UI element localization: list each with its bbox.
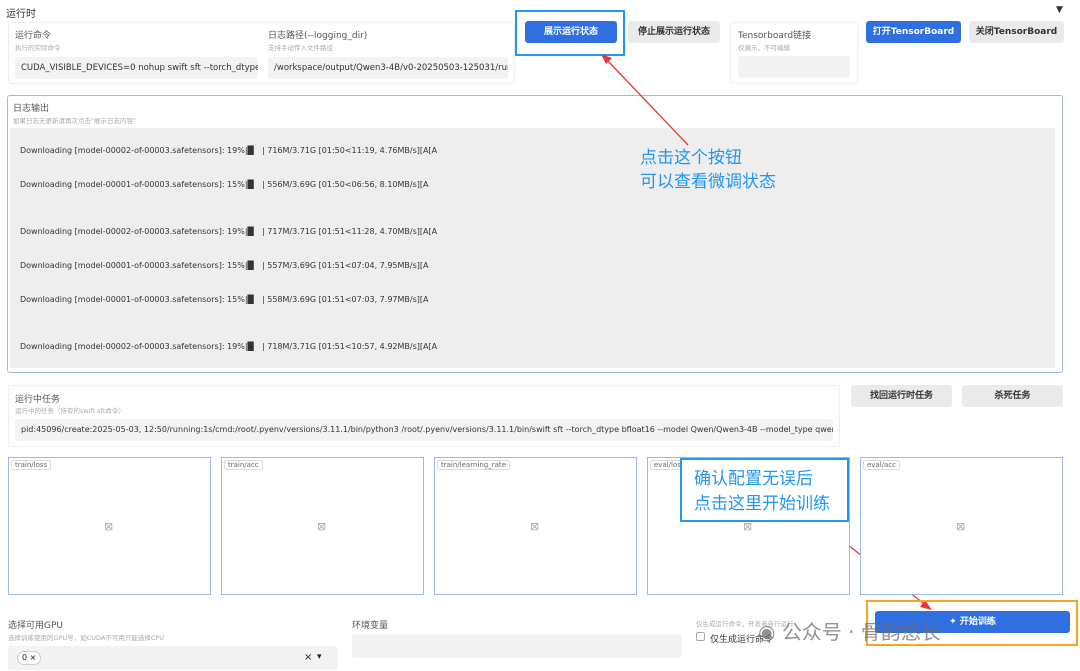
- chart-title: train/learning_rate: [437, 460, 510, 470]
- watermark: ◉ 公众号 · 骨韵悠长: [758, 616, 941, 645]
- annotation-line: 点击这个按钮: [640, 147, 742, 170]
- image-placeholder-icon: ⊠: [956, 520, 965, 533]
- gen-only-checkbox[interactable]: [696, 632, 705, 641]
- chart-eval-acc: eval/acc ⊠: [860, 457, 1063, 595]
- chart-train-loss: train/loss ⊠: [8, 457, 211, 595]
- image-placeholder-icon: ⊠: [530, 520, 539, 533]
- running-task-sub: 运行中的任务（所有的swift sft命令）: [15, 405, 125, 415]
- chart-title: train/acc: [224, 460, 263, 470]
- close-icon[interactable]: ×: [30, 653, 37, 662]
- running-task-label: 运行中任务: [15, 392, 60, 405]
- image-placeholder-icon: ⊠: [317, 520, 326, 533]
- gpu-label: 选择可用GPU: [8, 618, 63, 631]
- clear-icon[interactable]: ×: [304, 652, 312, 663]
- gpu-chip[interactable]: 0 ×: [17, 651, 41, 665]
- chart-title: eval/acc: [863, 460, 900, 470]
- env-field[interactable]: [352, 634, 682, 658]
- gpu-sub: 选择训练使用的GPU号，如CUDA不可用只能选择CPU: [8, 632, 164, 642]
- running-task-group: 运行中任务 运行中的任务（所有的swift sft命令） pid:45096/c…: [8, 385, 840, 447]
- running-task-select[interactable]: pid:45096/create:2025-05-03, 12:50/runni…: [15, 419, 833, 441]
- chevron-down-icon[interactable]: ▾: [317, 652, 322, 662]
- gpu-select[interactable]: [8, 646, 338, 670]
- chart-title: train/loss: [11, 460, 51, 470]
- kill-task-button[interactable]: 杀死任务: [962, 385, 1063, 407]
- chart-train-learning-rate: train/learning_rate ⊠: [434, 457, 637, 595]
- env-label: 环境变量: [352, 618, 388, 631]
- rocket-icon: ✦: [949, 617, 957, 627]
- annotation-line: 点击这里开始训练: [694, 493, 830, 516]
- chart-train-acc: train/acc ⊠: [221, 457, 424, 595]
- annotation-line: 可以查看微调状态: [640, 171, 776, 194]
- image-placeholder-icon: ⊠: [104, 520, 113, 533]
- annotation-line: 确认配置无误后: [694, 468, 813, 491]
- find-task-button[interactable]: 找回运行时任务: [851, 385, 952, 407]
- wechat-icon: ◉: [758, 620, 775, 644]
